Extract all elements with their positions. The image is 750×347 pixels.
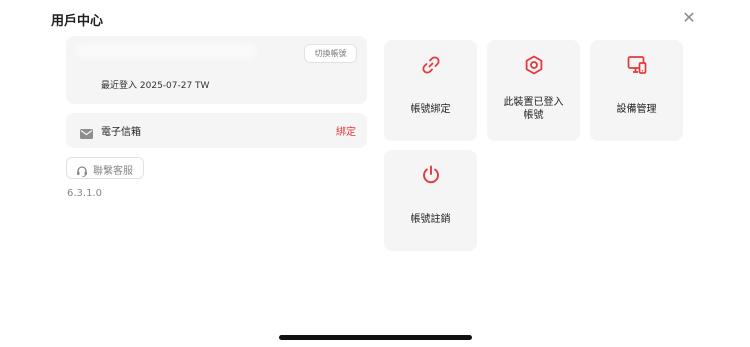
last-login-value: 2025-07-27 TW	[139, 81, 210, 91]
device-logged-accounts-label-line2: 帳號	[523, 110, 544, 121]
device-logged-accounts-label-line1: 此裝置已登入	[503, 97, 564, 108]
home-indicator[interactable]	[279, 335, 472, 340]
power-icon	[384, 164, 477, 188]
last-login-info: 最近登入 2025-07-27 TW	[101, 78, 209, 91]
contact-support-button[interactable]: 聯繫客服	[66, 157, 144, 179]
device-management-label: 設備管理	[616, 104, 657, 115]
contact-support-label: 聯繫客服	[93, 166, 133, 177]
account-card: 切換帳號 最近登入 2025-07-27 TW	[66, 36, 367, 104]
email-label: 電子信箱	[101, 127, 141, 138]
switch-account-button[interactable]: 切換帳號	[304, 44, 357, 63]
app-version: 6.3.1.0	[67, 188, 102, 199]
page-title: 用戶中心	[51, 14, 104, 29]
email-row[interactable]: 電子信箱 綁定	[66, 113, 367, 148]
last-login-label: 最近登入	[101, 81, 138, 91]
account-binding-label: 帳號綁定	[410, 104, 451, 115]
account-deletion-tile[interactable]: 帳號註銷	[384, 150, 477, 251]
account-binding-tile[interactable]: 帳號綁定	[384, 40, 477, 141]
hexagon-nut-icon	[487, 54, 580, 78]
devices-icon	[590, 54, 683, 78]
link-icon	[384, 54, 477, 78]
mail-icon	[80, 124, 93, 143]
close-icon[interactable]: ✕	[680, 9, 698, 27]
account-deletion-label: 帳號註銷	[410, 214, 451, 225]
device-management-tile[interactable]: 設備管理	[590, 40, 683, 141]
device-logged-accounts-label: 此裝置已登入 帳號	[491, 96, 576, 122]
bind-email-link[interactable]: 綁定	[336, 123, 356, 138]
headset-icon	[76, 162, 88, 181]
device-logged-accounts-tile[interactable]: 此裝置已登入 帳號	[487, 40, 580, 141]
account-name-blurred	[76, 44, 256, 58]
